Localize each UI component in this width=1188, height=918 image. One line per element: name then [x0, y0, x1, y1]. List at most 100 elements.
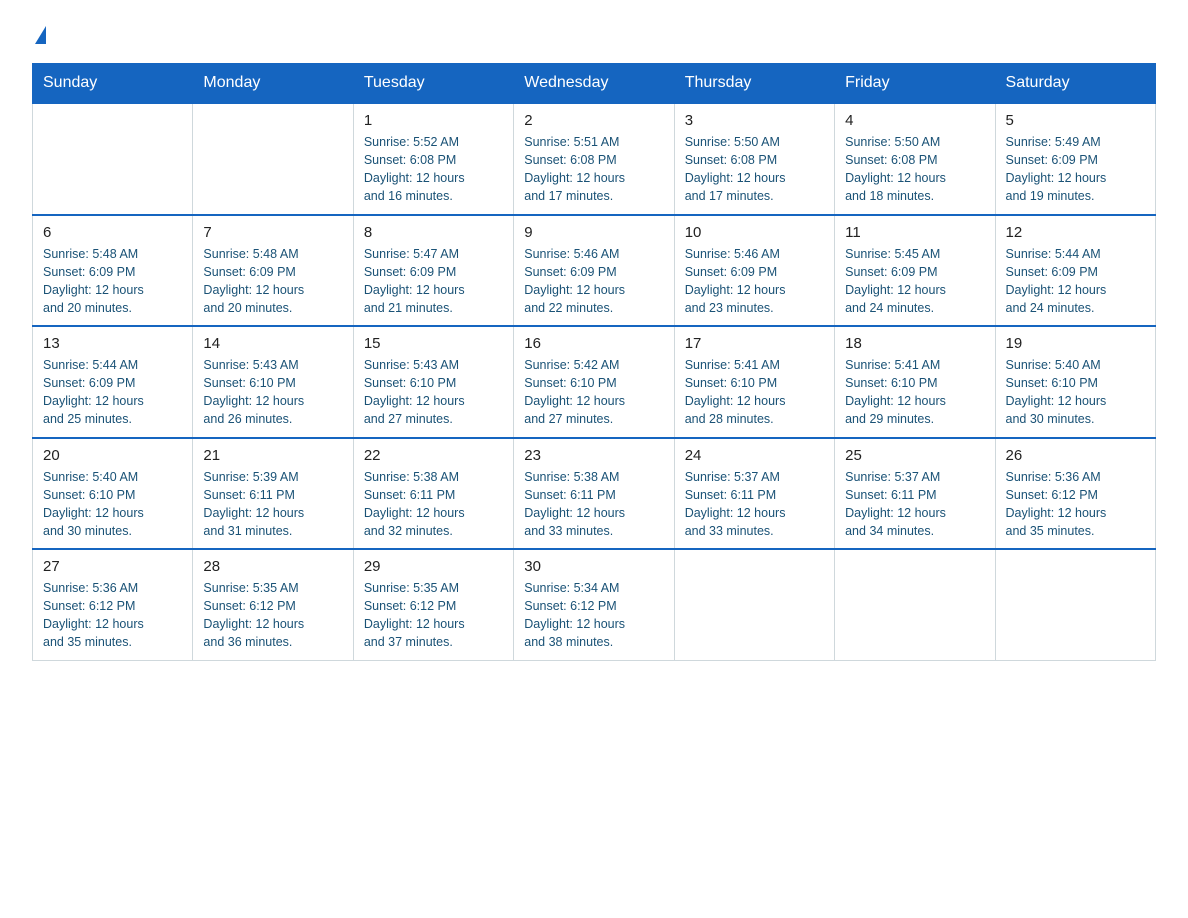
- day-number: 19: [1006, 335, 1145, 352]
- calendar-day-cell: 25 Sunrise: 5:37 AMSunset: 6:11 PMDayligh…: [835, 438, 995, 550]
- day-info: Sunrise: 5:47 AMSunset: 6:09 PMDaylight:…: [364, 245, 503, 318]
- day-number: 24: [685, 447, 824, 464]
- calendar-day-cell: 27 Sunrise: 5:36 AMSunset: 6:12 PMDayligh…: [33, 549, 193, 660]
- day-info: Sunrise: 5:45 AMSunset: 6:09 PMDaylight:…: [845, 245, 984, 318]
- day-number: 18: [845, 335, 984, 352]
- day-info: Sunrise: 5:49 AMSunset: 6:09 PMDaylight:…: [1006, 133, 1145, 206]
- day-info: Sunrise: 5:46 AMSunset: 6:09 PMDaylight:…: [685, 245, 824, 318]
- day-number: 17: [685, 335, 824, 352]
- calendar-day-cell: 15Sunrise: 5:43 AMSunset: 6:10 PMDayligh…: [353, 326, 513, 438]
- calendar-day-cell: 9 Sunrise: 5:46 AMSunset: 6:09 PMDaylight…: [514, 215, 674, 327]
- calendar-day-cell: 23 Sunrise: 5:38 AMSunset: 6:11 PMDayligh…: [514, 438, 674, 550]
- day-number: 30: [524, 558, 663, 575]
- day-number: 11: [845, 224, 984, 241]
- day-number: 3: [685, 112, 824, 129]
- calendar-day-cell: 16 Sunrise: 5:42 AMSunset: 6:10 PMDayligh…: [514, 326, 674, 438]
- day-number: 7: [203, 224, 342, 241]
- day-number: 22: [364, 447, 503, 464]
- calendar-day-cell: [674, 549, 834, 660]
- day-number: 2: [524, 112, 663, 129]
- calendar-header-tuesday: Tuesday: [353, 64, 513, 104]
- calendar-day-cell: 2 Sunrise: 5:51 AMSunset: 6:08 PMDaylight…: [514, 103, 674, 215]
- calendar-day-cell: 17 Sunrise: 5:41 AMSunset: 6:10 PMDayligh…: [674, 326, 834, 438]
- day-info: Sunrise: 5:37 AMSunset: 6:11 PMDaylight:…: [845, 468, 984, 541]
- calendar-day-cell: 1 Sunrise: 5:52 AMSunset: 6:08 PMDaylight…: [353, 103, 513, 215]
- calendar-day-cell: 13 Sunrise: 5:44 AMSunset: 6:09 PMDayligh…: [33, 326, 193, 438]
- logo-icon: [32, 24, 46, 45]
- calendar-header-sunday: Sunday: [33, 64, 193, 104]
- day-number: 29: [364, 558, 503, 575]
- calendar-day-cell: 14Sunrise: 5:43 AMSunset: 6:10 PMDayligh…: [193, 326, 353, 438]
- day-number: 21: [203, 447, 342, 464]
- day-info: Sunrise: 5:36 AMSunset: 6:12 PMDaylight:…: [1006, 468, 1145, 541]
- day-number: 12: [1006, 224, 1145, 241]
- day-info: Sunrise: 5:46 AMSunset: 6:09 PMDaylight:…: [524, 245, 663, 318]
- day-number: 9: [524, 224, 663, 241]
- calendar-header-row: SundayMondayTuesdayWednesdayThursdayFrid…: [33, 64, 1156, 104]
- calendar-table: SundayMondayTuesdayWednesdayThursdayFrid…: [32, 63, 1156, 661]
- calendar-week-row: 6Sunrise: 5:48 AMSunset: 6:09 PMDaylight…: [33, 215, 1156, 327]
- day-number: 13: [43, 335, 182, 352]
- day-info: Sunrise: 5:44 AMSunset: 6:09 PMDaylight:…: [1006, 245, 1145, 318]
- day-info: Sunrise: 5:36 AMSunset: 6:12 PMDaylight:…: [43, 579, 182, 652]
- day-number: 15: [364, 335, 503, 352]
- day-number: 23: [524, 447, 663, 464]
- day-number: 4: [845, 112, 984, 129]
- day-info: Sunrise: 5:37 AMSunset: 6:11 PMDaylight:…: [685, 468, 824, 541]
- calendar-day-cell: 26 Sunrise: 5:36 AMSunset: 6:12 PMDayligh…: [995, 438, 1155, 550]
- day-number: 27: [43, 558, 182, 575]
- calendar-day-cell: 11 Sunrise: 5:45 AMSunset: 6:09 PMDayligh…: [835, 215, 995, 327]
- calendar-header-monday: Monday: [193, 64, 353, 104]
- calendar-day-cell: 7 Sunrise: 5:48 AMSunset: 6:09 PMDaylight…: [193, 215, 353, 327]
- day-info: Sunrise: 5:50 AMSunset: 6:08 PMDaylight:…: [685, 133, 824, 206]
- day-info: Sunrise: 5:38 AMSunset: 6:11 PMDaylight:…: [524, 468, 663, 541]
- day-number: 16: [524, 335, 663, 352]
- calendar-day-cell: 8 Sunrise: 5:47 AMSunset: 6:09 PMDaylight…: [353, 215, 513, 327]
- page-header: [32, 24, 1156, 45]
- day-info: Sunrise: 5:42 AMSunset: 6:10 PMDaylight:…: [524, 356, 663, 429]
- day-info: Sunrise: 5:35 AMSunset: 6:12 PMDaylight:…: [203, 579, 342, 652]
- calendar-day-cell: 5 Sunrise: 5:49 AMSunset: 6:09 PMDaylight…: [995, 103, 1155, 215]
- day-number: 14: [203, 335, 342, 352]
- calendar-day-cell: 21 Sunrise: 5:39 AMSunset: 6:11 PMDayligh…: [193, 438, 353, 550]
- calendar-day-cell: 3 Sunrise: 5:50 AMSunset: 6:08 PMDaylight…: [674, 103, 834, 215]
- day-number: 1: [364, 112, 503, 129]
- calendar-day-cell: 12 Sunrise: 5:44 AMSunset: 6:09 PMDayligh…: [995, 215, 1155, 327]
- day-number: 10: [685, 224, 824, 241]
- day-info: Sunrise: 5:48 AMSunset: 6:09 PMDaylight:…: [43, 245, 182, 318]
- day-number: 26: [1006, 447, 1145, 464]
- calendar-header-saturday: Saturday: [995, 64, 1155, 104]
- day-info: Sunrise: 5:40 AMSunset: 6:10 PMDaylight:…: [1006, 356, 1145, 429]
- calendar-day-cell: [835, 549, 995, 660]
- day-number: 20: [43, 447, 182, 464]
- day-number: 8: [364, 224, 503, 241]
- calendar-day-cell: 10 Sunrise: 5:46 AMSunset: 6:09 PMDayligh…: [674, 215, 834, 327]
- day-info: Sunrise: 5:52 AMSunset: 6:08 PMDaylight:…: [364, 133, 503, 206]
- calendar-day-cell: [33, 103, 193, 215]
- calendar-week-row: 13 Sunrise: 5:44 AMSunset: 6:09 PMDayligh…: [33, 326, 1156, 438]
- day-info: Sunrise: 5:39 AMSunset: 6:11 PMDaylight:…: [203, 468, 342, 541]
- day-info: Sunrise: 5:44 AMSunset: 6:09 PMDaylight:…: [43, 356, 182, 429]
- day-info: Sunrise: 5:48 AMSunset: 6:09 PMDaylight:…: [203, 245, 342, 318]
- calendar-week-row: 27 Sunrise: 5:36 AMSunset: 6:12 PMDayligh…: [33, 549, 1156, 660]
- calendar-header-wednesday: Wednesday: [514, 64, 674, 104]
- day-info: Sunrise: 5:35 AMSunset: 6:12 PMDaylight:…: [364, 579, 503, 652]
- calendar-day-cell: 19 Sunrise: 5:40 AMSunset: 6:10 PMDayligh…: [995, 326, 1155, 438]
- day-number: 25: [845, 447, 984, 464]
- day-info: Sunrise: 5:34 AMSunset: 6:12 PMDaylight:…: [524, 579, 663, 652]
- day-info: Sunrise: 5:41 AMSunset: 6:10 PMDaylight:…: [685, 356, 824, 429]
- logo: [32, 24, 46, 45]
- calendar-week-row: 20Sunrise: 5:40 AMSunset: 6:10 PMDayligh…: [33, 438, 1156, 550]
- day-number: 28: [203, 558, 342, 575]
- calendar-day-cell: 22Sunrise: 5:38 AMSunset: 6:11 PMDayligh…: [353, 438, 513, 550]
- day-info: Sunrise: 5:50 AMSunset: 6:08 PMDaylight:…: [845, 133, 984, 206]
- day-info: Sunrise: 5:51 AMSunset: 6:08 PMDaylight:…: [524, 133, 663, 206]
- calendar-day-cell: 30 Sunrise: 5:34 AMSunset: 6:12 PMDayligh…: [514, 549, 674, 660]
- calendar-day-cell: 29 Sunrise: 5:35 AMSunset: 6:12 PMDayligh…: [353, 549, 513, 660]
- calendar-day-cell: [995, 549, 1155, 660]
- day-number: 5: [1006, 112, 1145, 129]
- calendar-header-friday: Friday: [835, 64, 995, 104]
- calendar-day-cell: [193, 103, 353, 215]
- calendar-day-cell: 18Sunrise: 5:41 AMSunset: 6:10 PMDayligh…: [835, 326, 995, 438]
- calendar-day-cell: 20Sunrise: 5:40 AMSunset: 6:10 PMDayligh…: [33, 438, 193, 550]
